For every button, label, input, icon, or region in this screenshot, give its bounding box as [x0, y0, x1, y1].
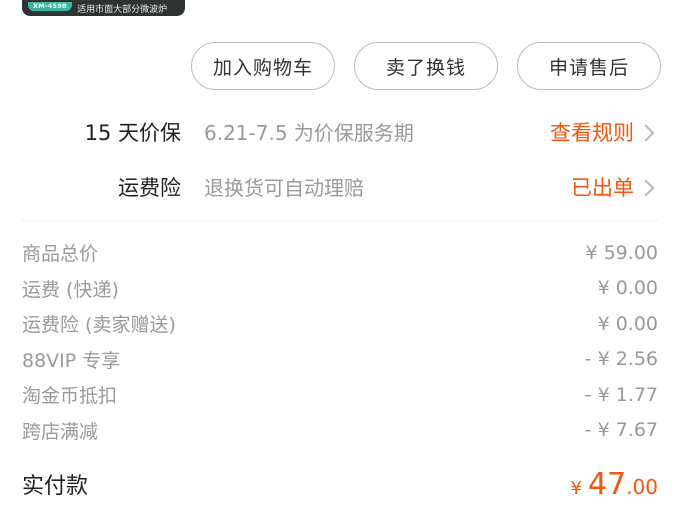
product-thumbnail[interactable]: XM-459B 适用市面大部分微波炉: [22, 0, 185, 16]
breakdown-row: 88VIP 专享 - ¥ 2.56: [22, 342, 658, 378]
shipping-insurance-row[interactable]: 运费险 退换货可自动理赔 已出单: [0, 173, 680, 203]
breakdown-value: - ¥ 7.67: [584, 419, 658, 442]
breakdown-value: ¥ 0.00: [597, 312, 658, 335]
breakdown-label: 运费 (快递): [22, 278, 119, 301]
total-paid-amount: ¥ 47 .00: [571, 467, 658, 502]
total-decimal: .00: [626, 474, 658, 499]
breakdown-value: - ¥ 2.56: [584, 348, 658, 371]
breakdown-label: 淘金币抵扣: [22, 385, 118, 408]
breakdown-value: ¥ 59.00: [585, 241, 658, 264]
chevron-right-icon: [637, 124, 655, 142]
view-rules-label: 查看规则: [550, 121, 634, 145]
breakdown-row: 淘金币抵扣 - ¥ 1.77: [22, 377, 658, 413]
breakdown-value: ¥ 0.00: [597, 277, 658, 300]
section-divider: [22, 220, 658, 221]
breakdown-label: 运费险 (卖家赠送): [22, 314, 176, 337]
price-breakdown: 商品总价 ¥ 59.00 运费 (快递) ¥ 0.00 运费险 (卖家赠送) ¥…: [22, 235, 658, 448]
add-to-cart-button[interactable]: 加入购物车: [191, 42, 335, 90]
shipping-insurance-label: 运费险: [118, 176, 181, 200]
view-rules-link[interactable]: 查看规则: [550, 118, 655, 148]
policy-issued-label: 已出单: [571, 176, 634, 200]
total-integer: 47: [588, 466, 627, 502]
breakdown-label: 跨店满减: [22, 420, 99, 443]
order-detail-page: XM-459B 适用市面大部分微波炉 加入购物车 卖了换钱 申请售后 15 天价…: [0, 0, 680, 511]
after-sales-button[interactable]: 申请售后: [517, 42, 661, 90]
price-protection-desc: 6.21-7.5 为价保服务期: [204, 121, 414, 145]
breakdown-label: 商品总价: [22, 243, 99, 266]
shipping-insurance-desc: 退换货可自动理赔: [204, 176, 364, 200]
total-currency: ¥: [570, 477, 582, 499]
product-description: 适用市面大部分微波炉: [77, 4, 168, 15]
breakdown-row: 运费 (快递) ¥ 0.00: [22, 271, 658, 307]
breakdown-row: 跨店满减 - ¥ 7.67: [22, 413, 658, 449]
sell-for-cash-button[interactable]: 卖了换钱: [354, 42, 498, 90]
breakdown-row: 商品总价 ¥ 59.00: [22, 235, 658, 271]
total-paid-row: 实付款 ¥ 47 .00: [22, 462, 658, 506]
breakdown-label: 88VIP 专享: [22, 349, 121, 372]
price-protection-label: 15 天价保: [84, 121, 181, 145]
breakdown-value: - ¥ 1.77: [584, 383, 658, 406]
price-protection-row[interactable]: 15 天价保 6.21-7.5 为价保服务期 查看规则: [0, 118, 680, 148]
chevron-right-icon: [637, 179, 655, 197]
total-paid-label: 实付款: [22, 474, 89, 499]
breakdown-row: 运费险 (卖家赠送) ¥ 0.00: [22, 306, 658, 342]
product-model-badge: XM-459B: [28, 1, 73, 11]
policy-issued-link[interactable]: 已出单: [571, 173, 655, 203]
